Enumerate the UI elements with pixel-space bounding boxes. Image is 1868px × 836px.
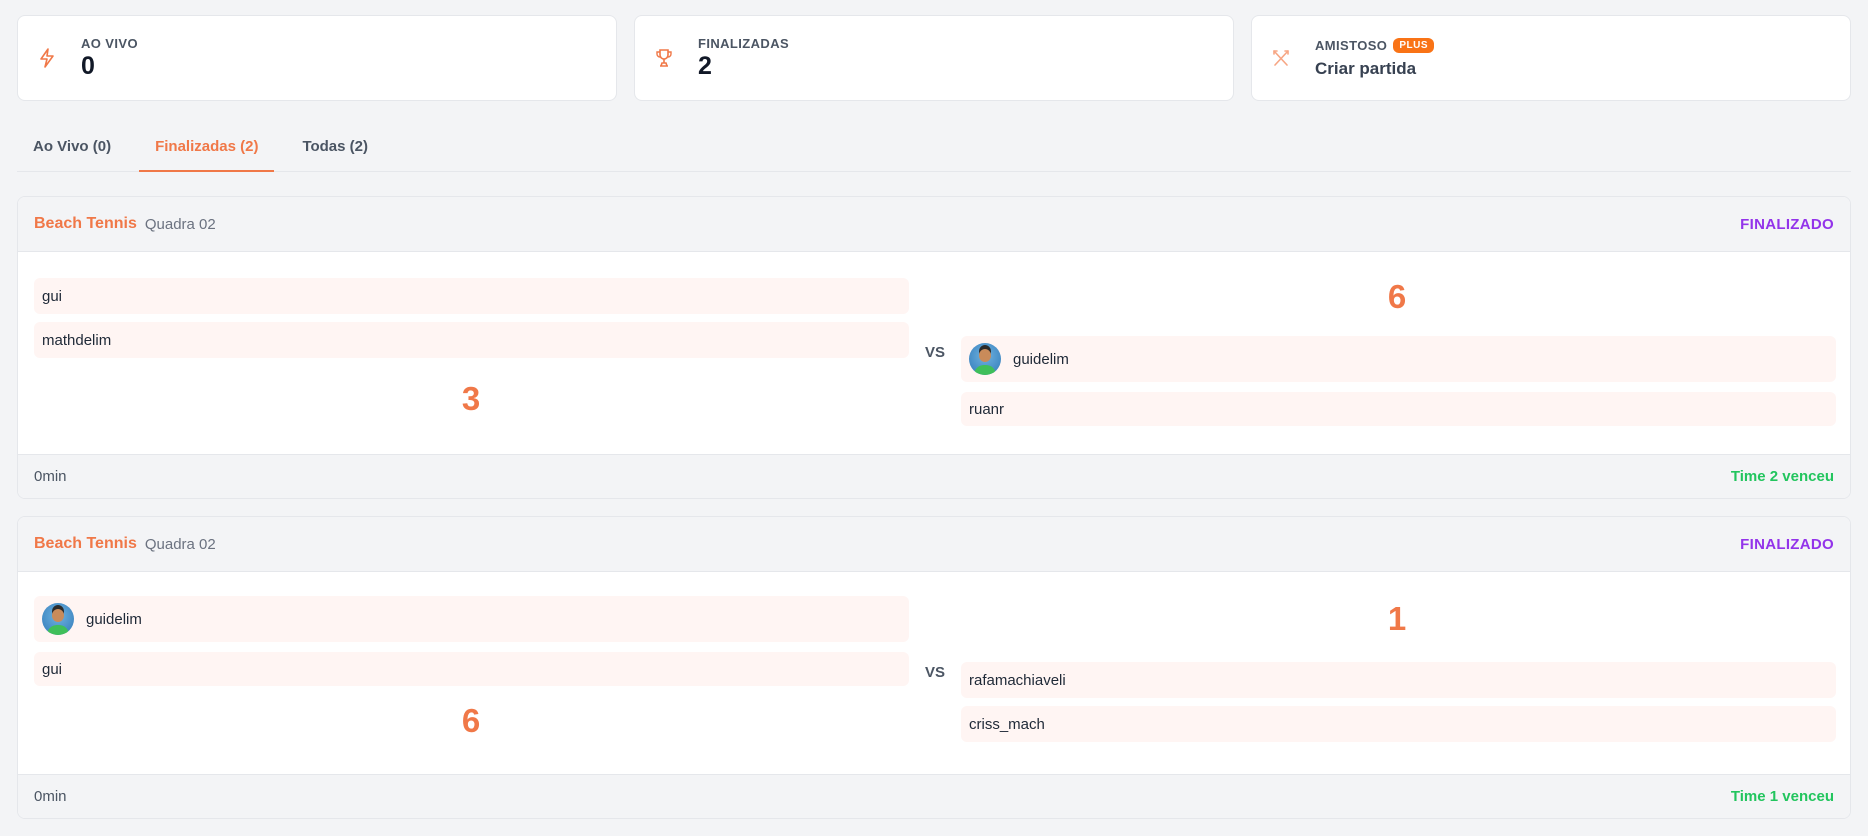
player-name: guidelim [86, 610, 142, 628]
tab-finished[interactable]: Finalizadas (2) [139, 122, 275, 172]
crossed-rackets-icon [1272, 48, 1294, 68]
match-card[interactable]: Beach Tennis Quadra 02 FINALIZADO guidel… [17, 516, 1851, 819]
player-name: gui [42, 660, 63, 678]
tab-live[interactable]: Ao Vivo (0) [17, 122, 127, 172]
user-avatar [969, 343, 1001, 375]
player-name: guidelim [1013, 350, 1069, 368]
tab-all[interactable]: Todas (2) [286, 122, 384, 172]
stat-card-finished: FINALIZADAS 2 [634, 15, 1234, 101]
stat-label-finished: FINALIZADAS [698, 35, 790, 51]
vs-label: VS [925, 344, 946, 361]
stat-value-finished: 2 [698, 51, 712, 80]
create-match-card[interactable]: AMISTOSO PLUS Criar partida [1251, 15, 1851, 101]
team1-score: 3 [461, 380, 481, 417]
match-duration: 0min [34, 468, 67, 485]
player-name: ruanr [969, 400, 1005, 418]
status-badge: FINALIZADO [1740, 215, 1834, 233]
match-footer: 0min Time 2 venceu [18, 454, 1850, 498]
plus-badge: PLUS [1393, 37, 1434, 53]
match-tabs: Ao Vivo (0) Finalizadas (2) Todas (2) [17, 122, 1851, 172]
match-header: Beach Tennis Quadra 02 FINALIZADO [18, 517, 1850, 572]
player-name: gui [42, 287, 63, 305]
match-header: Beach Tennis Quadra 02 FINALIZADO [18, 197, 1850, 252]
status-badge: FINALIZADO [1740, 535, 1834, 553]
team1-player: mathdelim [34, 322, 909, 358]
team2-player: criss_mach [961, 706, 1836, 742]
user-avatar [42, 603, 74, 635]
stat-label-friendly: AMISTOSO PLUS [1315, 37, 1434, 53]
team2-player: rafamachiaveli [961, 662, 1836, 698]
stat-label-live: AO VIVO [81, 35, 138, 51]
team2-player: ruanr [961, 392, 1836, 426]
team1-player: gui [34, 652, 909, 686]
sport-name: Beach Tennis [34, 535, 137, 552]
team1-player: guidelim [34, 596, 909, 642]
player-name: rafamachiaveli [969, 671, 1066, 689]
sport-name: Beach Tennis [34, 215, 137, 232]
player-name: mathdelim [42, 331, 112, 349]
trophy-icon [655, 48, 677, 68]
lightning-icon [38, 48, 60, 68]
court-name: Quadra 02 [144, 215, 216, 233]
create-match-label: Criar partida [1315, 58, 1417, 78]
match-body: gui mathdelim 3 VS 6 guidelim ruanr [18, 252, 1850, 454]
stat-value-live: 0 [81, 51, 95, 80]
match-result: Time 1 venceu [1730, 788, 1834, 805]
court-name: Quadra 02 [144, 535, 216, 553]
team2-player: guidelim [961, 336, 1836, 382]
vs-label: VS [925, 664, 946, 681]
stat-card-live: AO VIVO 0 [17, 15, 617, 101]
match-card[interactable]: Beach Tennis Quadra 02 FINALIZADO gui ma… [17, 196, 1851, 499]
team1-score: 6 [461, 702, 481, 739]
team2-score: 6 [1387, 278, 1407, 315]
friendly-label: AMISTOSO [1315, 37, 1388, 53]
match-body: guidelim gui 6 VS 1 rafamachiaveli criss… [18, 572, 1850, 774]
match-result: Time 2 venceu [1730, 468, 1834, 485]
team2-score: 1 [1387, 600, 1407, 637]
team1-player: gui [34, 278, 909, 314]
match-duration: 0min [34, 788, 67, 805]
match-footer: 0min Time 1 venceu [18, 774, 1850, 818]
player-name: criss_mach [969, 715, 1045, 733]
stats-bar: AO VIVO 0 FINALIZADAS 2 AMISTOSO PLUS Cr… [17, 15, 1851, 101]
